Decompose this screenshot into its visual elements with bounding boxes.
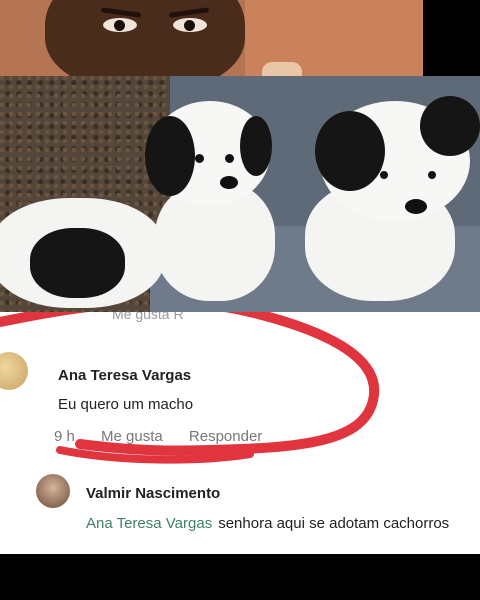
comment-author[interactable]: Ana Teresa Vargas [58, 367, 191, 384]
puppy-middle [140, 96, 290, 306]
puppy-right [300, 91, 480, 306]
mention-link[interactable]: Ana Teresa Vargas [86, 515, 212, 532]
avatar[interactable] [0, 352, 28, 390]
reply-text: senhora aqui se adotam cachorros [218, 515, 450, 532]
reply-link[interactable]: Responder [189, 428, 262, 445]
reaction-photo [0, 0, 423, 76]
comment-text: Ana Teresa Vargas senhora aqui se adotam … [86, 513, 471, 535]
cut-off-actions: Me gusta R [112, 312, 184, 322]
like-link[interactable]: Me gusta [101, 428, 163, 445]
puppies-photo [0, 76, 480, 312]
face-image [45, 0, 245, 76]
comments-section: Me gusta R Ana Teresa Vargas Eu quero um… [0, 312, 480, 554]
avatar[interactable] [36, 474, 70, 508]
comment-time: 9 h [54, 428, 75, 445]
comment-text: Eu quero um macho [58, 396, 194, 413]
comment-author[interactable]: Valmir Nascimento [86, 485, 220, 502]
comment-actions: 9 h Me gusta Responder [54, 428, 284, 445]
